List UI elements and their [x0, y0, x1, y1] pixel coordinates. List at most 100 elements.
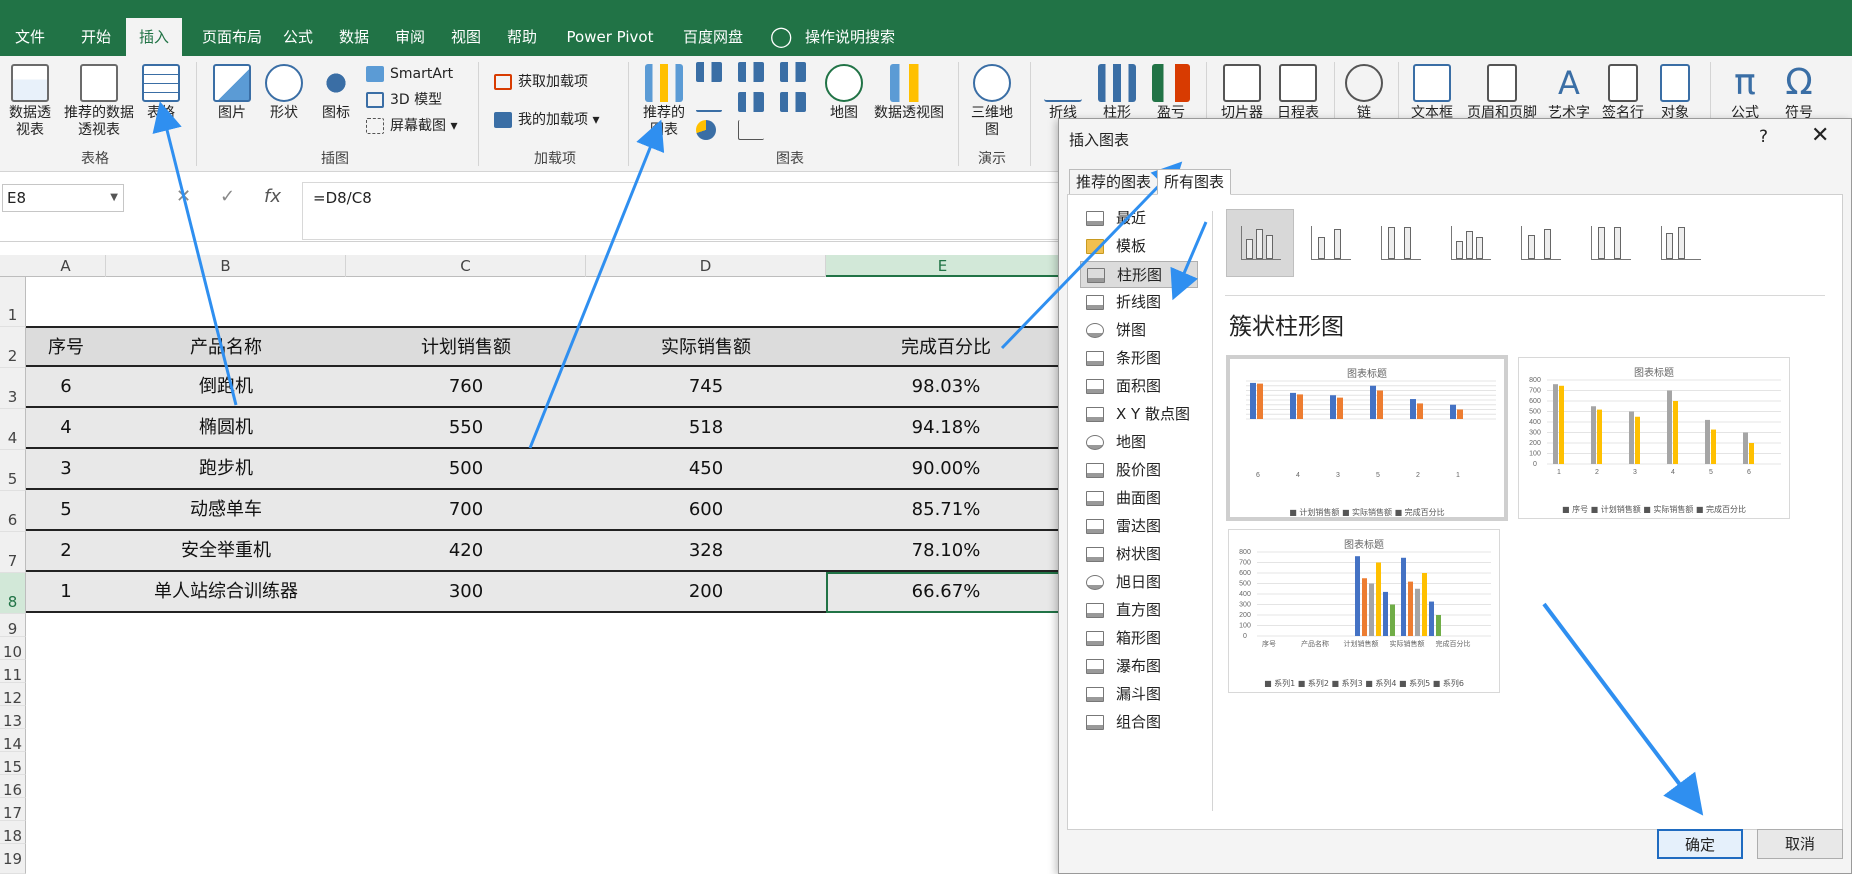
chart-type-bar[interactable]: 条形图	[1080, 345, 1198, 372]
cell-product[interactable]: 椭圆机	[106, 408, 346, 447]
cell-percent[interactable]: 94.18%	[826, 408, 1066, 447]
cell-actual[interactable]: 600	[586, 490, 826, 529]
cell-actual[interactable]: 745	[586, 367, 826, 406]
subtype-clustered-column[interactable]	[1226, 209, 1294, 277]
pie-chart-dropdown[interactable]	[696, 120, 716, 140]
picture-button[interactable]: 图片	[210, 64, 254, 122]
icons-button[interactable]: 图标	[316, 64, 356, 122]
slicer-button[interactable]: 切片器	[1216, 64, 1268, 122]
header-footer-button[interactable]: 页眉和页脚	[1462, 64, 1542, 122]
subtype-3d-100-stacked-column[interactable]	[1576, 209, 1644, 277]
cell-index[interactable]: 5	[26, 490, 106, 529]
map-chart-button[interactable]: 地图	[822, 64, 866, 122]
active-cell-e8[interactable]	[826, 572, 1066, 613]
header-cell-index[interactable]: 序号	[26, 328, 106, 367]
row-header-3[interactable]: 3	[0, 368, 26, 409]
tell-me-search[interactable]: 操作说明搜索	[800, 22, 900, 52]
get-addins-button[interactable]: 获取加载项	[494, 70, 588, 94]
row-header-2[interactable]: 2	[0, 327, 26, 368]
chart-type-stock[interactable]: 股价图	[1080, 457, 1198, 484]
chart-type-treemap[interactable]: 树状图	[1080, 541, 1198, 568]
column-header-e[interactable]: E	[826, 255, 1060, 277]
row-header-5[interactable]: 5	[0, 450, 26, 491]
chart-type-templates[interactable]: 模板	[1080, 233, 1198, 260]
cell-product[interactable]: 单人站综合训练器	[106, 572, 346, 611]
preview-chart-3[interactable]: 图表标题 ■ 系列1 ■ 系列2 ■ 系列3 ■ 系列4 ■ 系列5 ■ 系列6…	[1228, 529, 1500, 693]
table-button[interactable]: 表格	[140, 64, 182, 122]
subtype-100-stacked-column[interactable]	[1366, 209, 1434, 277]
header-cell-actual[interactable]: 实际销售额	[586, 328, 826, 367]
row-header-11[interactable]: 11	[0, 660, 26, 684]
chart-type-pie[interactable]: 饼图	[1080, 317, 1198, 344]
cell-percent[interactable]: 85.71%	[826, 490, 1066, 529]
tab-all-charts[interactable]: 所有图表	[1157, 169, 1232, 195]
tab-view[interactable]: 视图	[446, 22, 486, 52]
recommended-pivot-button[interactable]: 推荐的数据透视表	[60, 64, 138, 139]
cell-index[interactable]: 1	[26, 572, 106, 611]
chart-type-surface[interactable]: 曲面图	[1080, 485, 1198, 512]
header-cell-plan[interactable]: 计划销售额	[346, 328, 586, 367]
smartart-button[interactable]: SmartArt	[366, 62, 453, 86]
row-header-13[interactable]: 13	[0, 706, 26, 730]
cell-plan[interactable]: 500	[346, 449, 586, 488]
cell-actual[interactable]: 328	[586, 531, 826, 570]
cell-product[interactable]: 安全举重机	[106, 531, 346, 570]
3d-model-button[interactable]: 3D 模型	[366, 88, 442, 112]
tab-help[interactable]: 帮助	[502, 22, 542, 52]
chart-type-recent[interactable]: 最近	[1080, 205, 1198, 232]
column-header-a[interactable]: A	[26, 255, 106, 277]
row-header-1[interactable]: 1	[0, 277, 26, 327]
chart-type-area[interactable]: 面积图	[1080, 373, 1198, 400]
waterfall-chart-dropdown[interactable]	[780, 62, 806, 82]
combo-chart-dropdown[interactable]	[780, 92, 806, 112]
sparkline-line-button[interactable]: 折线	[1040, 64, 1086, 122]
chart-type-scatter[interactable]: X Y 散点图	[1080, 401, 1198, 428]
pivot-chart-button[interactable]: 数据透视图	[870, 64, 948, 122]
3d-map-button[interactable]: 三维地图	[966, 64, 1018, 139]
object-button[interactable]: 对象	[1652, 64, 1698, 122]
row-header-17[interactable]: 17	[0, 798, 26, 822]
cell-percent[interactable]: 90.00%	[826, 449, 1066, 488]
chevron-down-icon[interactable]: ▼	[110, 185, 118, 211]
row-header-14[interactable]: 14	[0, 729, 26, 753]
my-addins-button[interactable]: 我的加载项 ▾	[494, 108, 599, 132]
column-header-c[interactable]: C	[346, 255, 586, 277]
name-box[interactable]: E8 ▼	[2, 184, 124, 212]
tab-formulas[interactable]: 公式	[278, 22, 318, 52]
cell-product[interactable]: 动感单车	[106, 490, 346, 529]
chart-type-waterfall[interactable]: 瀑布图	[1080, 653, 1198, 680]
chart-type-radar[interactable]: 雷达图	[1080, 513, 1198, 540]
tab-data[interactable]: 数据	[334, 22, 374, 52]
cell-index[interactable]: 6	[26, 367, 106, 406]
help-icon[interactable]: ?	[1759, 127, 1768, 147]
cancel-button[interactable]: 取消	[1757, 829, 1843, 859]
tab-page-layout[interactable]: 页面布局	[192, 22, 272, 52]
row-header-4[interactable]: 4	[0, 409, 26, 450]
chart-type-sunburst[interactable]: 旭日图	[1080, 569, 1198, 596]
preview-chart-1[interactable]: 图表标题 ■ 计划销售额 ■ 实际销售额 ■ 完成百分比 643521	[1226, 355, 1508, 521]
chart-type-box-whisker[interactable]: 箱形图	[1080, 625, 1198, 652]
ok-button[interactable]: 确定	[1657, 829, 1743, 859]
statistic-chart-dropdown[interactable]	[738, 92, 764, 112]
cell-plan[interactable]: 300	[346, 572, 586, 611]
column-header-b[interactable]: B	[106, 255, 346, 277]
signature-line-button[interactable]: 签名行	[1598, 64, 1648, 122]
formula-input[interactable]: =D8/C8	[302, 182, 1062, 240]
cell-actual[interactable]: 200	[586, 572, 826, 611]
cell-product[interactable]: 倒跑机	[106, 367, 346, 406]
chart-type-column[interactable]: 柱形图	[1080, 261, 1198, 288]
equation-button[interactable]: π 公式	[1722, 64, 1768, 122]
tab-review[interactable]: 审阅	[390, 22, 430, 52]
screenshot-button[interactable]: 屏幕截图 ▾	[366, 114, 457, 138]
chart-type-histogram[interactable]: 直方图	[1080, 597, 1198, 624]
chart-type-combo[interactable]: 组合图	[1080, 709, 1198, 736]
cell-plan[interactable]: 550	[346, 408, 586, 447]
cell-actual[interactable]: 518	[586, 408, 826, 447]
tab-baidu-netdisk[interactable]: 百度网盘	[676, 22, 750, 52]
column-chart-dropdown[interactable]	[696, 62, 722, 82]
tab-insert[interactable]: 插入	[126, 18, 182, 56]
pivot-table-button[interactable]: 数据透视表	[4, 64, 56, 139]
cell-index[interactable]: 4	[26, 408, 106, 447]
recommended-charts-button[interactable]: 推荐的图表	[638, 64, 690, 139]
sparkline-column-button[interactable]: 柱形	[1094, 64, 1140, 122]
